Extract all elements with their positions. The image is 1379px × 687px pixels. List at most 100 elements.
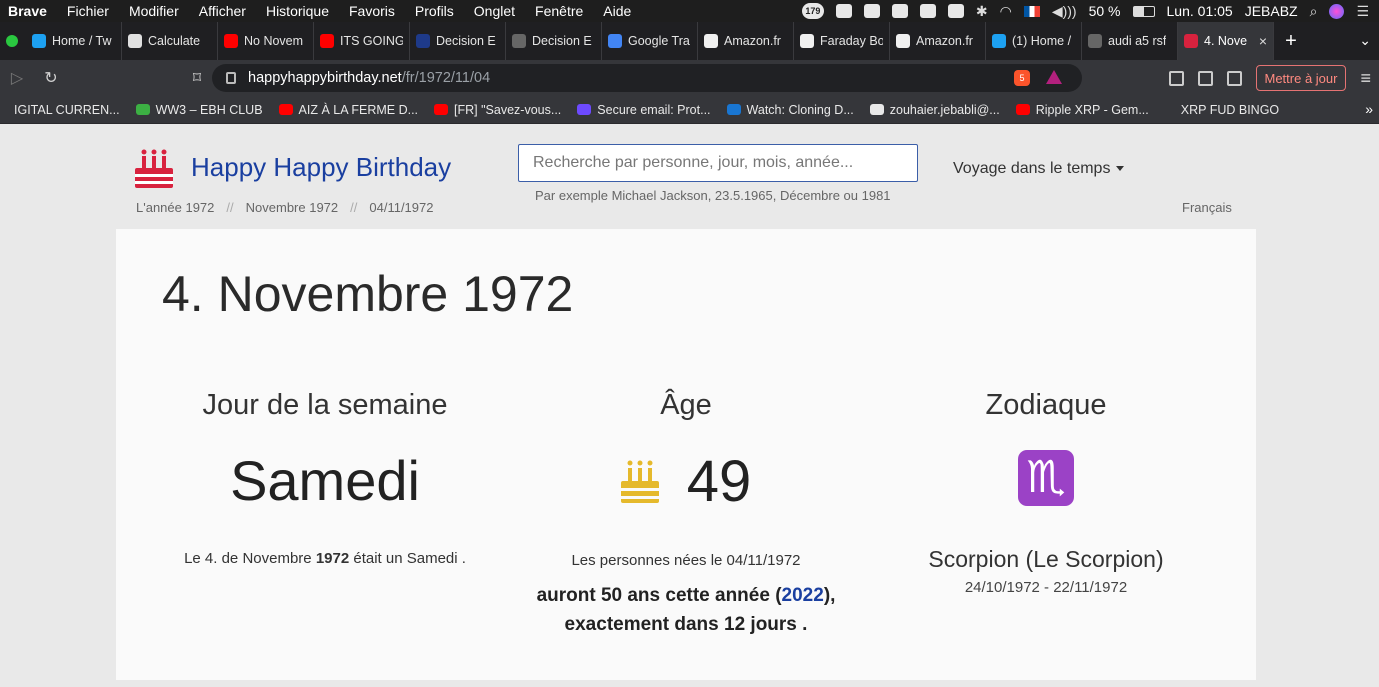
clock[interactable]: Lun. 01:05	[1167, 3, 1233, 19]
close-tab-icon[interactable]: ×	[1259, 33, 1267, 49]
weekday-heading: Jour de la semaine	[202, 389, 448, 421]
forward-button[interactable]: ▷	[0, 68, 34, 88]
youtube-icon	[224, 34, 238, 48]
browser-tab[interactable]: Calculate	[122, 22, 218, 60]
user-name[interactable]: JEBABZ	[1245, 3, 1298, 19]
bookmark-favicon-icon	[726, 104, 741, 115]
address-bar[interactable]: happyhappybirthday.net/fr/1972/11/04 5	[212, 64, 1082, 92]
site-brand-link[interactable]: Happy Happy Birthday	[191, 152, 451, 183]
browser-tab[interactable]: Amazon.fr	[890, 22, 986, 60]
bookmarks-overflow-icon[interactable]: »	[1365, 101, 1373, 117]
maximize-button[interactable]	[6, 35, 18, 47]
breadcrumb-day[interactable]: 04/11/1972	[369, 200, 433, 215]
google-translate-icon	[608, 34, 622, 48]
browser-tab[interactable]: Home / Tw	[26, 22, 122, 60]
menu-app-brave[interactable]: Brave	[0, 3, 57, 19]
browser-tab[interactable]: Amazon.fr	[698, 22, 794, 60]
control-center-icon[interactable]: ☰	[1356, 3, 1369, 20]
bookmark-item[interactable]: Secure email: Prot...	[569, 103, 718, 117]
update-button[interactable]: Mettre à jour	[1255, 65, 1347, 91]
breadcrumb-month[interactable]: Novembre 1972	[246, 200, 339, 215]
menu-onglet[interactable]: Onglet	[464, 3, 525, 19]
browser-tab[interactable]: audi a5 rsf	[1082, 22, 1178, 60]
menu-fichier[interactable]: Fichier	[57, 3, 119, 19]
browser-tab[interactable]: 4. Nove ×	[1178, 22, 1274, 60]
reload-button[interactable]: ↻	[34, 68, 68, 88]
volume-icon[interactable]: ◀︎)))	[1052, 3, 1077, 20]
airplay-icon[interactable]	[919, 4, 936, 18]
zodiac-heading: Zodiaque	[985, 389, 1107, 421]
age-value: 49	[686, 448, 752, 514]
flag-fr-icon[interactable]	[1023, 5, 1040, 17]
amazon-icon	[704, 34, 718, 48]
calculator-icon	[128, 34, 142, 48]
bookmark-favicon-icon	[434, 104, 449, 115]
bookmark-item[interactable]: XRP FUD BINGO	[1157, 103, 1287, 117]
youtube-icon	[320, 34, 334, 48]
megaphone-icon[interactable]	[891, 4, 908, 18]
bookmark-item[interactable]: Watch: Cloning D...	[719, 103, 862, 117]
menu-aide[interactable]: Aide	[593, 3, 641, 19]
browser-tab[interactable]: Google Tra	[602, 22, 698, 60]
wallet-icon[interactable]	[1226, 70, 1242, 86]
site-logo-cake-icon[interactable]	[135, 148, 173, 188]
notification-badge-icon[interactable]: 179	[801, 3, 824, 19]
zodiac-name[interactable]: Scorpion (Le Scorpion)	[866, 546, 1226, 573]
brave-rewards-icon[interactable]	[1046, 70, 1062, 84]
bookmark-favicon-icon	[135, 104, 150, 115]
menu-profils[interactable]: Profils	[405, 3, 464, 19]
new-tab-button[interactable]: +	[1274, 30, 1308, 53]
spotlight-search-icon[interactable]: ⌕	[1310, 3, 1318, 20]
menu-favoris[interactable]: Favoris	[339, 3, 405, 19]
siri-icon[interactable]	[1329, 3, 1345, 19]
bookmark-item[interactable]: IGITAL CURREN...	[0, 103, 128, 117]
menu-historique[interactable]: Historique	[256, 3, 339, 19]
bluetooth-icon[interactable]: ✱	[976, 3, 988, 20]
bookmark-item[interactable]: Ripple XRP - Gem...	[1008, 103, 1157, 117]
bookmark-this-page-icon[interactable]: ⌑	[180, 68, 214, 88]
browser-tab[interactable]: Decision E	[410, 22, 506, 60]
breadcrumb: L'année 1972 // Novembre 1972 // 04/11/1972	[136, 200, 433, 215]
app-status-icon[interactable]	[863, 4, 880, 18]
page-title: 4. Novembre 1972	[162, 266, 574, 322]
battery-icon[interactable]	[1132, 5, 1155, 17]
age-section: Âge 49 Les personnes nées le 04/11/1972 …	[506, 389, 866, 639]
extensions-icon[interactable]	[1168, 70, 1184, 86]
time-machine-icon[interactable]	[947, 4, 964, 18]
tab-search-chevron-icon[interactable]: ⌄	[1359, 32, 1371, 49]
search-input[interactable]	[518, 144, 918, 182]
bookmark-item[interactable]: [FR] "Savez-vous...	[426, 103, 569, 117]
bookmark-item[interactable]: WW3 – EBH CLUB	[128, 103, 271, 117]
sidebar-icon[interactable]	[1197, 70, 1213, 86]
browser-tab[interactable]: Decision E	[506, 22, 602, 60]
tab-label: Decision E	[436, 34, 496, 48]
menu-modifier[interactable]: Modifier	[119, 3, 189, 19]
browser-tab[interactable]: Faraday Bo	[794, 22, 890, 60]
menu-afficher[interactable]: Afficher	[189, 3, 256, 19]
browser-tab[interactable]: (1) Home /	[986, 22, 1082, 60]
twitter-icon	[32, 34, 46, 48]
breadcrumb-year[interactable]: L'année 1972	[136, 200, 214, 215]
bookmark-favicon-icon	[278, 104, 293, 115]
tab-label: Amazon.fr	[916, 34, 973, 48]
main-card: 4. Novembre 1972 Jour de la semaine Same…	[116, 229, 1256, 680]
site-icon	[416, 34, 430, 48]
age-upcoming-year-link[interactable]: 2022	[782, 585, 824, 606]
drive-icon[interactable]	[835, 4, 852, 18]
time-travel-dropdown[interactable]: Voyage dans le temps	[953, 160, 1125, 178]
tab-label: Google Tra	[628, 34, 690, 48]
battery-percent[interactable]: 50 %	[1089, 3, 1121, 19]
browser-tab[interactable]: No Novem	[218, 22, 314, 60]
menu-fenetre[interactable]: Fenêtre	[525, 3, 593, 19]
brave-shields-icon[interactable]: 5	[1014, 70, 1030, 86]
lock-icon[interactable]	[226, 72, 236, 84]
menu-more-icon[interactable]: ≡	[1360, 68, 1371, 89]
window-controls	[0, 22, 26, 60]
age-row: 49	[506, 442, 866, 520]
tab-label: 4. Nove	[1204, 34, 1248, 48]
wifi-icon[interactable]: ◠	[1000, 3, 1012, 20]
language-selector[interactable]: Français	[1182, 200, 1232, 215]
bookmark-item[interactable]: zouhaier.jebabli@...	[862, 103, 1008, 117]
browser-tab[interactable]: ITS GOING	[314, 22, 410, 60]
bookmark-item[interactable]: AIZ À LA FERME D...	[271, 103, 426, 117]
